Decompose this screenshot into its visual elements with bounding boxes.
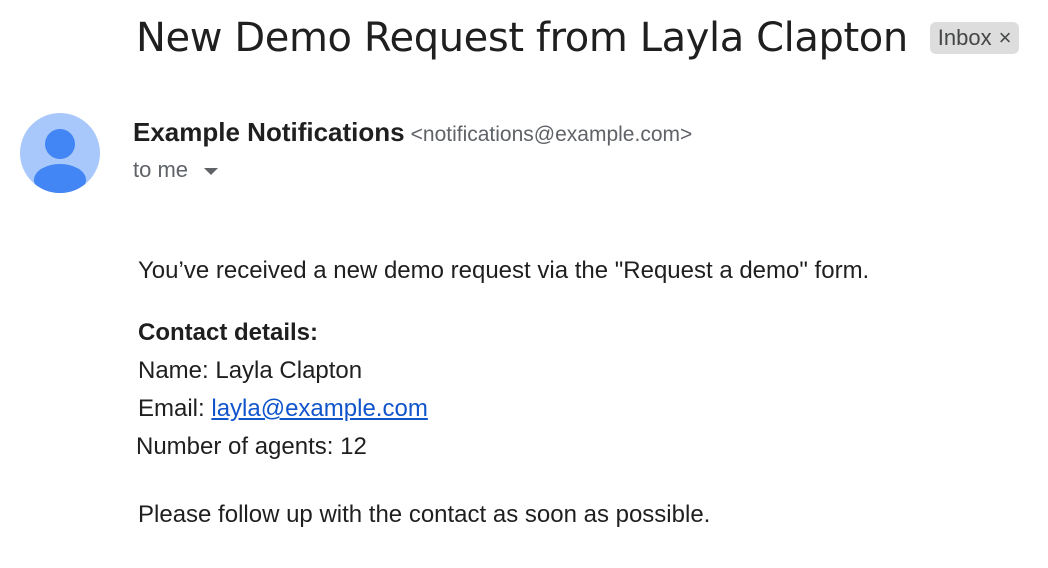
contact-email-prefix: Email: (138, 395, 212, 422)
contact-name: Name: Layla Clapton (138, 357, 363, 384)
body-closing: Please follow up with the contact as soo… (138, 501, 711, 528)
email-body: You’ve received a new demo request via t… (136, 252, 870, 534)
remove-label-icon[interactable]: × (999, 25, 1012, 51)
sender-email: <notifications@example.com> (410, 123, 693, 146)
recipient-text: to me (133, 157, 189, 182)
inbox-label-chip[interactable]: Inbox × (929, 22, 1020, 54)
person-icon (34, 129, 86, 193)
subject-row: New Demo Request from Layla Clapton Inbo… (136, 12, 1020, 64)
contact-agents: Number of agents: 12 (136, 433, 367, 460)
email-subject: New Demo Request from Layla Clapton (136, 15, 908, 61)
sender-name[interactable]: Example Notifications (133, 117, 405, 147)
contact-email-link[interactable]: layla@example.com (211, 395, 427, 422)
contact-email-line: Email: layla@example.com (138, 390, 869, 428)
email-view: New Demo Request from Layla Clapton Inbo… (0, 0, 1048, 568)
sender-avatar[interactable] (20, 113, 100, 193)
body-intro: You’ve received a new demo request via t… (138, 257, 870, 284)
contact-details-heading: Contact details: (138, 319, 319, 346)
sender-line: Example Notifications <notifications@exam… (133, 114, 692, 155)
recipient-details-toggle[interactable]: to me (133, 157, 219, 183)
caret-down-icon[interactable] (204, 167, 219, 175)
label-chip-text: Inbox (937, 25, 992, 50)
